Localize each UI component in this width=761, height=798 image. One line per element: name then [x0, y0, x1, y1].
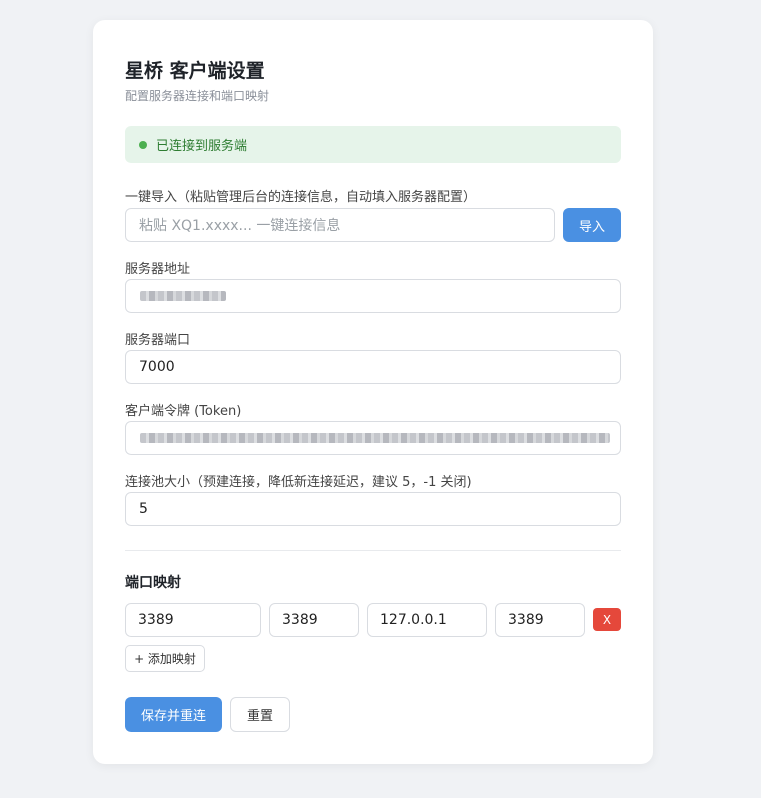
redacted-address: [140, 291, 226, 301]
page-title: 星桥 客户端设置: [125, 60, 265, 82]
add-mapping-button[interactable]: + 添加映射: [125, 645, 205, 672]
status-text: 已连接到服务端: [156, 139, 248, 154]
status-dot-icon: [139, 140, 147, 149]
mapping-target-port-input[interactable]: 3389: [495, 603, 585, 637]
server-address-input[interactable]: [125, 279, 621, 313]
server-port-input[interactable]: 7000: [125, 350, 621, 384]
save-reconnect-button[interactable]: 保存并重连: [125, 697, 222, 732]
connection-status-banner: 已连接到服务端: [125, 126, 621, 163]
delete-mapping-button[interactable]: X: [593, 608, 621, 631]
redacted-token: [140, 433, 610, 443]
import-input[interactable]: 粘贴 XQ1.xxxx... 一键连接信息: [125, 208, 555, 242]
server-port-label: 服务器端口: [125, 333, 191, 348]
pool-size-label: 连接池大小（预建连接，降低新连接延迟，建议 5，-1 关闭): [125, 475, 472, 490]
reset-button[interactable]: 重置: [230, 697, 290, 732]
import-label: 一键导入（粘贴管理后台的连接信息，自动填入服务器配置）: [125, 190, 477, 205]
token-input[interactable]: [125, 421, 621, 455]
settings-card: 星桥 客户端设置 配置服务器连接和端口映射 已连接到服务端 一键导入（粘贴管理后…: [93, 20, 653, 764]
import-button[interactable]: 导入: [563, 208, 621, 242]
mapping-local-port-input[interactable]: 3389: [269, 603, 359, 637]
page-subtitle: 配置服务器连接和端口映射: [125, 89, 270, 103]
pool-size-input[interactable]: 5: [125, 492, 621, 526]
server-address-label: 服务器地址: [125, 262, 191, 277]
port-mapping-title: 端口映射: [125, 575, 181, 591]
section-divider: [125, 550, 621, 551]
mapping-remote-port-input[interactable]: 3389: [125, 603, 261, 637]
mapping-local-ip-input[interactable]: 127.0.0.1: [367, 603, 487, 637]
token-label: 客户端令牌 (Token): [125, 404, 242, 419]
